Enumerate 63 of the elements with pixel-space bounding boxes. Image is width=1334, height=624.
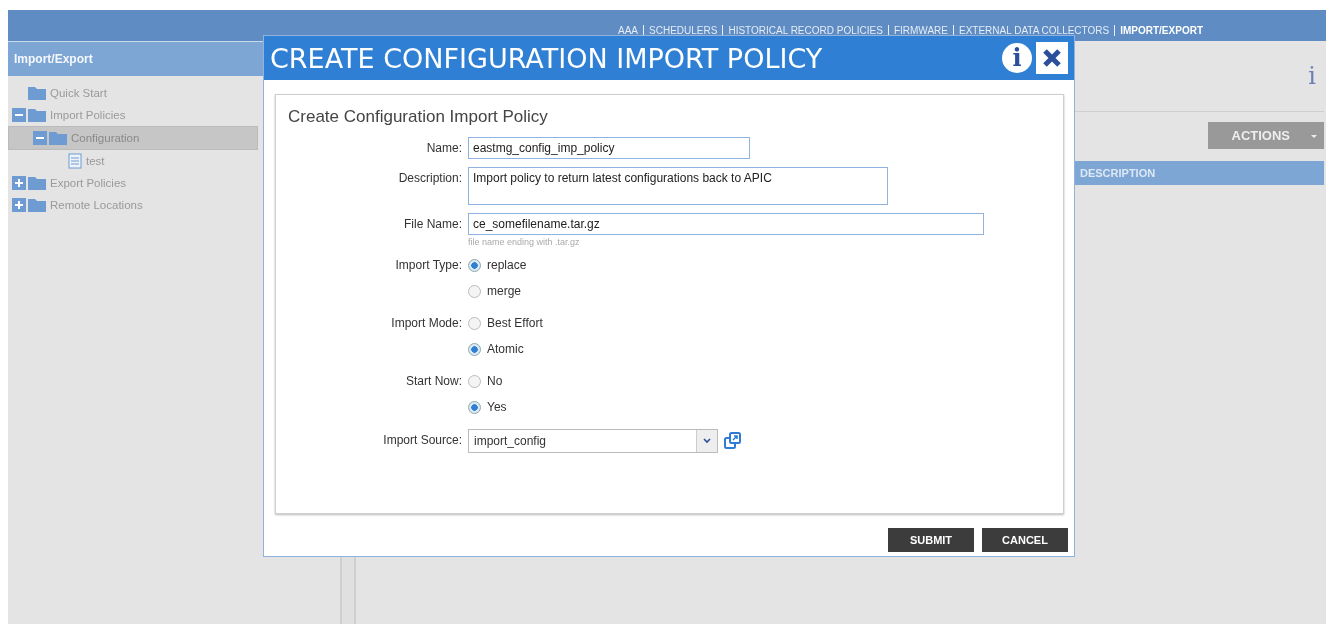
tree-item[interactable]: Configuration [8, 126, 258, 150]
tree-item[interactable]: test [8, 150, 338, 172]
nav-link[interactable]: AAA [613, 25, 644, 36]
nav-link[interactable]: SCHEDULERS [644, 25, 723, 36]
nav-link[interactable]: FIRMWARE [888, 25, 953, 36]
nav-link[interactable]: HISTORICAL RECORD POLICIES [723, 25, 888, 36]
submit-button[interactable]: SUBMIT [888, 528, 974, 552]
panel-title: Create Configuration Import Policy [288, 107, 549, 127]
collapse-icon[interactable] [33, 131, 47, 145]
new-window-icon[interactable] [724, 432, 742, 450]
field-label: Import Type: [394, 257, 462, 274]
actions-button[interactable]: ACTIONS [1208, 122, 1324, 149]
nav-link[interactable]: EXTERNAL DATA COLLECTORS [953, 25, 1115, 36]
tree-item[interactable]: Export Policies [8, 172, 338, 194]
field-label: Import Source: [382, 432, 462, 449]
field-label: Import Mode: [390, 315, 462, 332]
tree-label: Import Policies [49, 109, 126, 121]
radio-button[interactable] [468, 316, 481, 330]
info-button[interactable]: i [1002, 43, 1032, 73]
radio-label: No [487, 374, 503, 388]
radio-label: Best Effort [487, 316, 543, 330]
field-label: Start Now: [405, 373, 462, 390]
caret-icon [1310, 132, 1318, 139]
radio-button[interactable] [468, 400, 481, 414]
radio-button[interactable] [468, 374, 481, 388]
folder-icon [28, 198, 46, 212]
tree-item[interactable]: Quick Start [8, 82, 338, 104]
info-icon[interactable]: i [1308, 62, 1316, 90]
tree-item[interactable]: Remote Locations [8, 194, 338, 216]
expand-icon[interactable] [12, 176, 26, 190]
tree-label: Remote Locations [49, 199, 143, 211]
close-button[interactable] [1036, 42, 1068, 74]
cancel-button[interactable]: CANCEL [982, 528, 1068, 552]
radio-label: replace [487, 258, 527, 272]
text-field[interactable]: ce_somefilename.tar.gz [468, 213, 984, 235]
tree-label: Configuration [70, 132, 140, 144]
document-icon [68, 153, 82, 169]
chevron-down-icon [703, 438, 711, 444]
radio-label: Yes [487, 400, 507, 414]
folder-icon [28, 176, 46, 190]
field-label: Name: [425, 140, 462, 157]
field-label: File Name: [403, 216, 462, 233]
text-field[interactable]: eastmg_config_imp_policy [468, 137, 750, 159]
expand-icon[interactable] [12, 198, 26, 212]
radio-button[interactable] [468, 284, 481, 298]
tree-label: Quick Start [49, 87, 107, 99]
collapse-icon[interactable] [12, 108, 26, 122]
radio-button[interactable] [468, 342, 481, 356]
column-header[interactable]: DESCRIPTION [1074, 161, 1324, 185]
field-hint: file name ending with .tar.gz [468, 236, 581, 247]
folder-icon [49, 131, 67, 145]
folder-icon [28, 86, 46, 100]
tree-label: Export Policies [49, 177, 127, 189]
description-field[interactable]: Import policy to return latest configurations back to APIC [468, 167, 888, 205]
dropdown-field[interactable]: import_config [468, 429, 718, 453]
nav-link[interactable]: IMPORT/EXPORT [1115, 25, 1208, 36]
folder-icon [28, 108, 46, 122]
radio-button[interactable] [468, 258, 481, 272]
close-icon [1041, 47, 1063, 69]
tree-label: test [85, 155, 105, 167]
field-label: Description: [397, 170, 462, 187]
radio-label: Atomic [487, 342, 524, 356]
radio-label: merge [487, 284, 521, 298]
